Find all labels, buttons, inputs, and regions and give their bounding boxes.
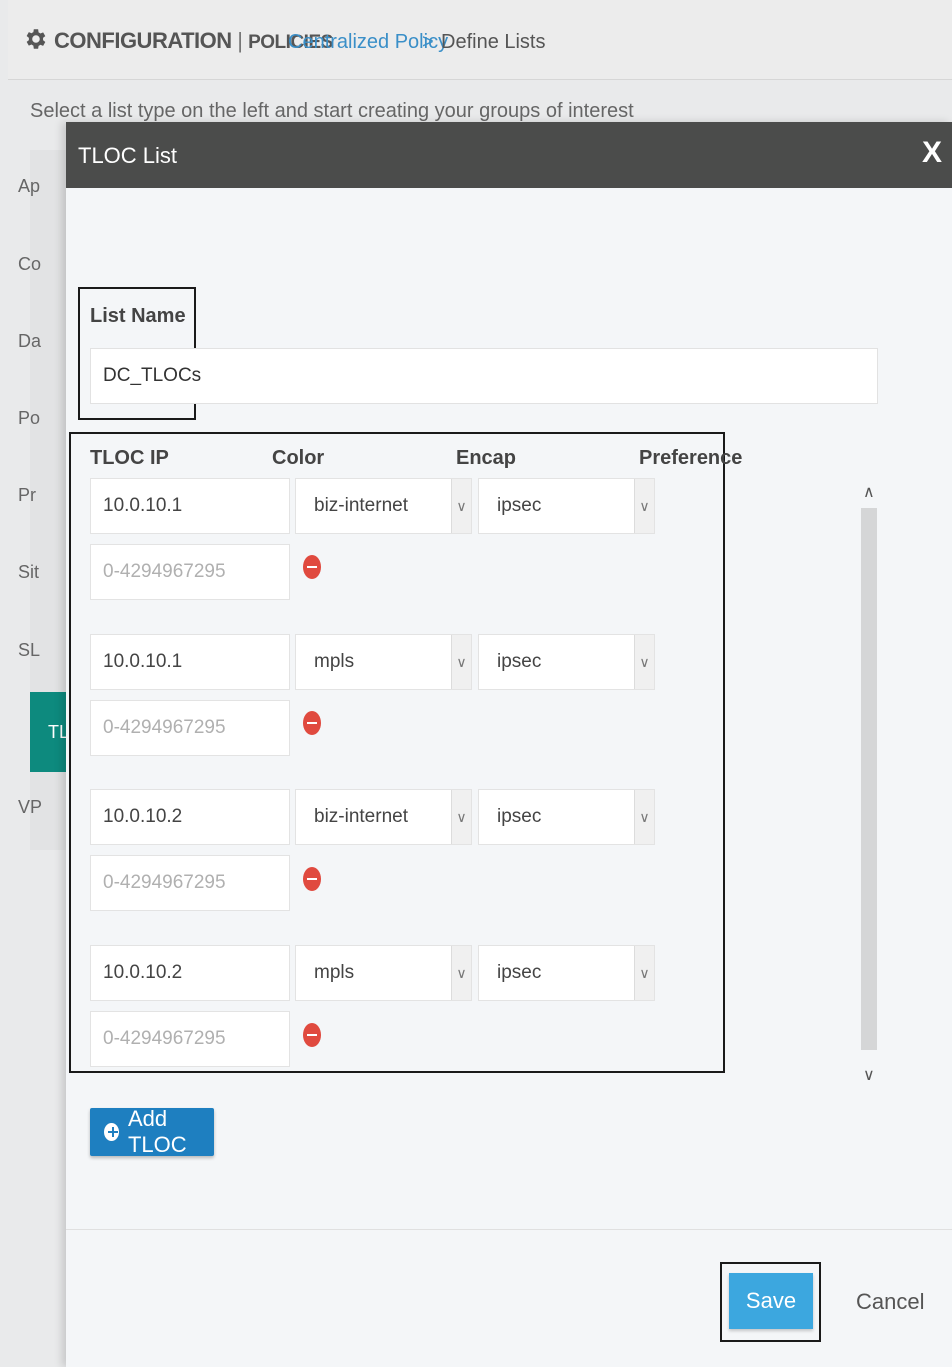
cancel-button[interactable]: Cancel <box>856 1289 924 1315</box>
scrollbar[interactable] <box>861 508 877 1050</box>
add-tloc-button[interactable]: Add TLOC <box>90 1106 214 1157</box>
sidebar-item-data-prefix[interactable]: Da <box>18 331 68 352</box>
chevron-down-icon: ∨ <box>451 635 471 689</box>
top-header: CONFIGURATION | POLICIES Centralized Pol… <box>8 0 952 80</box>
color-select-value: biz-internet <box>314 806 408 827</box>
chevron-down-icon: ∨ <box>451 479 471 533</box>
tloc-list-modal: TLOC List X List Name TLOC IP Color Enca… <box>66 122 952 1367</box>
column-header-tloc-ip: TLOC IP <box>90 447 169 469</box>
sidebar-item-application[interactable]: Ap <box>18 176 68 197</box>
modal-title: TLOC List <box>78 143 178 168</box>
tloc-ip-input[interactable]: 10.0.10.2 <box>90 789 290 845</box>
chevron-down-icon: ∨ <box>451 790 471 844</box>
remove-tloc-icon[interactable] <box>303 1023 321 1047</box>
scroll-down-icon[interactable]: ∨ <box>863 1065 875 1085</box>
remove-tloc-icon[interactable] <box>303 867 321 891</box>
tloc-ip-input[interactable]: 10.0.10.1 <box>90 634 290 690</box>
sidebar-item-sla-class[interactable]: SL <box>18 640 68 661</box>
breadcrumb-chevron-icon: > <box>422 31 434 53</box>
breadcrumb-current: Define Lists <box>441 31 546 53</box>
preference-input[interactable]: 0-4294967295 <box>90 855 290 911</box>
color-select[interactable]: biz-internet ∨ <box>295 789 472 845</box>
scroll-up-icon[interactable]: ∧ <box>863 482 875 502</box>
sidebar-item-vpn[interactable]: VP <box>18 797 68 818</box>
color-select[interactable]: mpls ∨ <box>295 634 472 690</box>
close-icon[interactable]: X <box>922 136 942 170</box>
title-separator: | <box>237 28 243 53</box>
list-name-label: List Name <box>90 305 186 327</box>
save-button[interactable]: Save <box>729 1273 813 1329</box>
column-header-color: Color <box>272 447 325 469</box>
tloc-ip-input[interactable]: 10.0.10.2 <box>90 945 290 1001</box>
chevron-down-icon: ∨ <box>451 946 471 1000</box>
section-title: CONFIGURATION <box>54 28 232 53</box>
add-tloc-label: Add TLOC <box>127 1106 187 1157</box>
encap-select-value: ipsec <box>497 962 542 983</box>
preference-input[interactable]: 0-4294967295 <box>90 1011 290 1067</box>
column-header-preference: Preference <box>639 447 743 469</box>
preference-input[interactable]: 0-4294967295 <box>90 544 290 600</box>
chevron-down-icon: ∨ <box>634 479 654 533</box>
sidebar-item-tloc[interactable]: TL <box>30 692 70 772</box>
color-select[interactable]: biz-internet ∨ <box>295 478 472 534</box>
footer-divider <box>66 1229 952 1230</box>
chevron-down-icon: ∨ <box>634 635 654 689</box>
encap-select-value: ipsec <box>497 651 542 672</box>
list-name-input[interactable] <box>90 348 878 404</box>
column-header-encap: Encap <box>456 447 517 469</box>
sidebar-item-prefix[interactable]: Pr <box>18 485 68 506</box>
preference-input[interactable]: 0-4294967295 <box>90 700 290 756</box>
encap-select[interactable]: ipsec ∨ <box>478 634 655 690</box>
sidebar-item-policer[interactable]: Po <box>18 408 68 429</box>
remove-tloc-icon[interactable] <box>303 711 321 735</box>
plus-circle-icon <box>104 1123 119 1141</box>
encap-select[interactable]: ipsec ∨ <box>478 478 655 534</box>
encap-select-value: ipsec <box>497 495 542 516</box>
encap-select-value: ipsec <box>497 806 542 827</box>
encap-select[interactable]: ipsec ∨ <box>478 945 655 1001</box>
tloc-ip-input[interactable]: 10.0.10.1 <box>90 478 290 534</box>
remove-tloc-icon[interactable] <box>303 555 321 579</box>
modal-header: TLOC List X <box>66 122 952 188</box>
sidebar-item-site[interactable]: Sit <box>18 562 68 583</box>
chevron-down-icon: ∨ <box>634 946 654 1000</box>
sidebar-item-color[interactable]: Co <box>18 254 68 275</box>
color-select-value: mpls <box>314 651 355 672</box>
color-select[interactable]: mpls ∨ <box>295 945 472 1001</box>
chevron-down-icon: ∨ <box>634 790 654 844</box>
instruction-text: Select a list type on the left and start… <box>30 100 634 122</box>
encap-select[interactable]: ipsec ∨ <box>478 789 655 845</box>
color-select-value: mpls <box>314 962 355 983</box>
gear-icon <box>26 29 46 49</box>
color-select-value: biz-internet <box>314 495 408 516</box>
